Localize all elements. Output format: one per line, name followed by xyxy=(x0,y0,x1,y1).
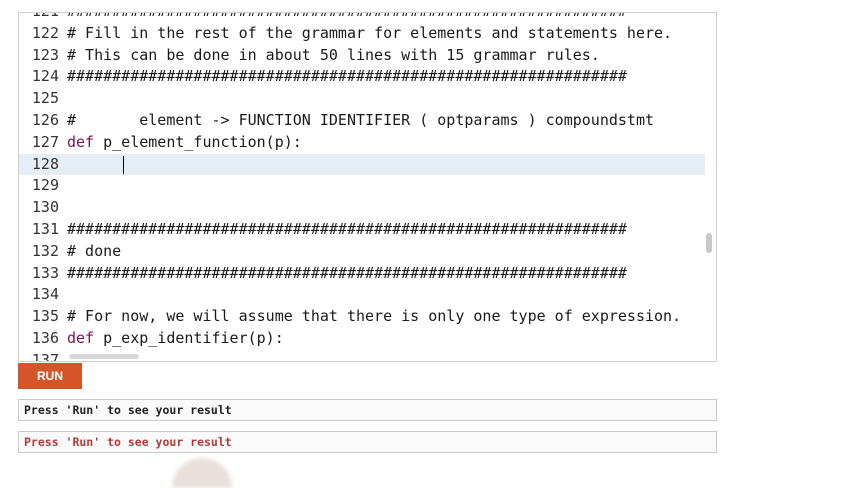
line-code: ########################################… xyxy=(67,67,627,85)
code-line[interactable]: 134 xyxy=(19,284,705,306)
line-number: 123 xyxy=(31,45,59,64)
line-code: def p_element_function(p): xyxy=(67,133,302,151)
line-number: 122 xyxy=(31,23,59,42)
line-number: 131 xyxy=(31,219,59,238)
code-line[interactable]: 133 #####################################… xyxy=(19,263,705,285)
vertical-scrollbar[interactable] xyxy=(704,13,714,348)
line-number: 127 xyxy=(31,132,59,151)
line-code: ########################################… xyxy=(67,13,627,20)
line-text: # For now, we will assume that there is … xyxy=(67,307,682,326)
line-number: 137 xyxy=(31,350,59,362)
code-line[interactable]: 130 xyxy=(19,197,705,219)
code-line[interactable]: 127 def p_element_function(p): xyxy=(19,132,705,154)
line-number: 133 xyxy=(31,263,59,282)
line-code: # Fill in the rest of the grammar for el… xyxy=(67,24,672,42)
run-button[interactable]: RUN xyxy=(18,363,82,389)
code-line[interactable]: 121#####################################… xyxy=(19,13,705,23)
code-editor[interactable]: 121#####################################… xyxy=(18,12,717,362)
keyword-def: def xyxy=(67,328,95,347)
code-line[interactable]: 136 def p_exp_identifier(p): xyxy=(19,328,705,350)
line-code: # This can be done in about 50 lines wit… xyxy=(67,46,600,64)
line-text: # done xyxy=(67,241,122,260)
code-lines[interactable]: 121#####################################… xyxy=(19,13,705,362)
keyword-def: def xyxy=(67,132,95,151)
line-number: 132 xyxy=(31,241,59,260)
line-number: 121 xyxy=(19,13,67,23)
line-text: # element -> FUNCTION IDENTIFIER ( optpa… xyxy=(67,110,654,129)
line-number: 124 xyxy=(31,67,59,86)
code-line[interactable]: 123 # This can be done in about 50 lines … xyxy=(19,45,705,67)
code-line[interactable]: 135 # For now, we will assume that there … xyxy=(19,306,705,328)
line-text: ########################################… xyxy=(67,67,627,86)
line-text: ########################################… xyxy=(67,219,627,238)
line-number: 129 xyxy=(31,176,59,195)
line-code: ########################################… xyxy=(67,264,627,282)
line-number: 130 xyxy=(31,198,59,217)
line-number: 135 xyxy=(31,307,59,326)
line-number: 125 xyxy=(31,89,59,108)
line-number: 134 xyxy=(31,285,59,304)
line-text: ########################################… xyxy=(67,13,627,20)
line-number: 128 xyxy=(31,154,59,173)
line-code: # done xyxy=(67,242,121,260)
code-line[interactable]: 125 xyxy=(19,88,705,110)
line-text: p_exp_identifier(p): xyxy=(94,328,284,347)
code-line[interactable]: 128 xyxy=(19,153,705,176)
code-line[interactable]: 124 #####################################… xyxy=(19,66,705,88)
line-code: # For now, we will assume that there is … xyxy=(67,307,681,325)
text-cursor xyxy=(123,155,124,174)
output-panel: Press 'Run' to see your result xyxy=(18,399,717,421)
code-line[interactable]: 122 # Fill in the rest of the grammar for… xyxy=(19,23,705,45)
line-text: ########################################… xyxy=(67,263,627,282)
line-number: 136 xyxy=(31,328,59,347)
code-line[interactable]: 132 # done xyxy=(19,241,705,263)
line-code: def p_exp_identifier(p): xyxy=(67,329,284,347)
line-code: # element -> FUNCTION IDENTIFIER ( optpa… xyxy=(67,111,654,129)
vertical-scrollbar-thumb[interactable] xyxy=(706,233,712,253)
line-text: # This can be done in about 50 lines wit… xyxy=(67,45,600,64)
hand-cursor-icon xyxy=(172,458,232,488)
horizontal-scrollbar-thumb[interactable] xyxy=(69,354,139,359)
code-line[interactable]: 129 xyxy=(19,175,705,197)
line-text: p_element_function(p): xyxy=(94,132,302,151)
code-line[interactable]: 131 #####################################… xyxy=(19,219,705,241)
line-text: # Fill in the rest of the grammar for el… xyxy=(67,23,673,42)
line-number: 126 xyxy=(31,110,59,129)
code-line[interactable]: 126 # element -> FUNCTION IDENTIFIER ( op… xyxy=(19,110,705,132)
line-code: ########################################… xyxy=(67,220,627,238)
error-panel: Press 'Run' to see your result xyxy=(18,431,717,453)
